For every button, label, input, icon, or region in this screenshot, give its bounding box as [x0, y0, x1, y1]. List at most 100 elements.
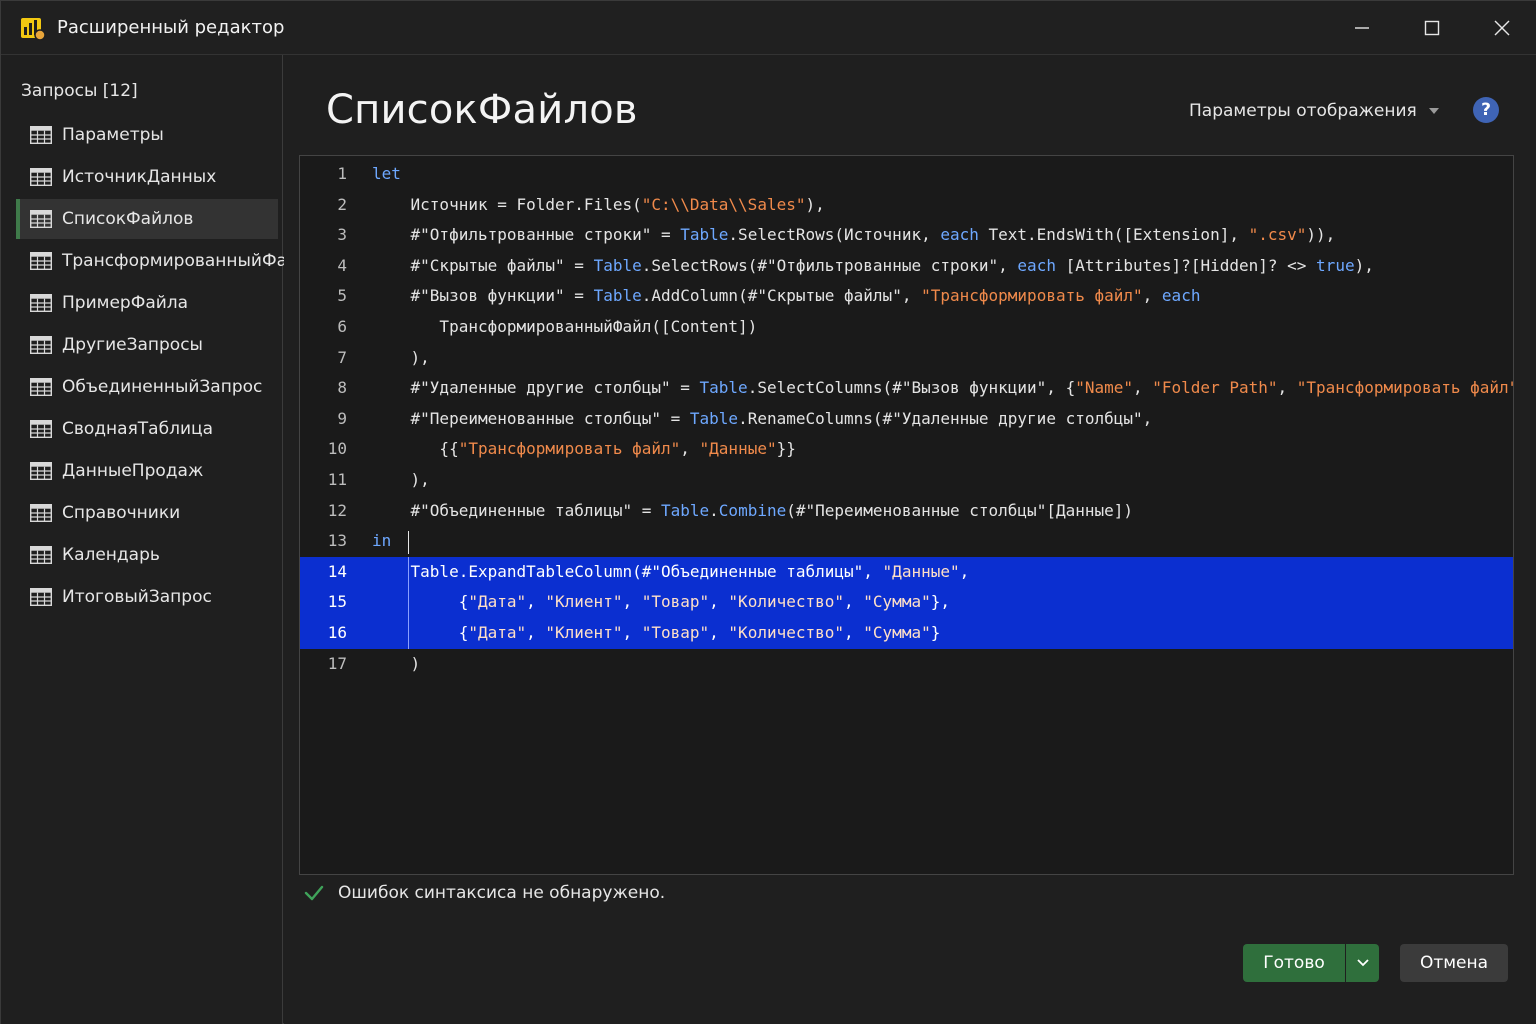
code-string: "Дата" — [468, 592, 527, 612]
code-keyword: Table — [660, 500, 710, 520]
code-string: "Folder Path" — [1152, 378, 1278, 398]
code-token: . — [709, 500, 719, 520]
code-keyword: each — [940, 225, 979, 245]
close-button[interactable] — [1467, 1, 1536, 55]
query-item-label: ТрансформированныйФайл — [62, 251, 309, 271]
query-item[interactable]: ТрансформированныйФайл — [16, 241, 309, 281]
code-line[interactable]: 15 {"Дата", "Клиент", "Товар", "Количест… — [300, 587, 1513, 618]
query-item[interactable]: СписокФайлов — [16, 199, 278, 239]
code-token: , — [1142, 286, 1162, 306]
code-token: , — [844, 592, 864, 612]
code-line[interactable]: 2 Источник = Folder.Files("C:\\Data\\Sal… — [300, 190, 1513, 221]
queries-header: Запросы [12] — [21, 81, 138, 101]
code-keyword: Table — [689, 408, 739, 428]
line-number: 17 — [327, 653, 347, 673]
query-item[interactable]: ИтоговыйЗапрос — [16, 577, 278, 617]
line-number: 16 — [327, 623, 347, 642]
query-item[interactable]: Параметры — [16, 115, 278, 155]
code-line[interactable]: 6 ТрансформированныйФайл([Content]) — [300, 312, 1513, 343]
code-token: .SelectColumns(#"Вызов функции", { — [747, 378, 1076, 398]
window-title: Расширенный редактор — [57, 17, 285, 38]
done-options-button[interactable] — [1346, 944, 1379, 982]
code-token: .SelectRows(Источник, — [728, 225, 941, 245]
table-icon — [30, 462, 52, 480]
code-text: #"Скрытые файлы" = Table.SelectRows(#"От… — [372, 251, 1374, 282]
syntax-status-text: Ошибок синтаксиса не обнаружено. — [338, 883, 666, 903]
code-text: {"Дата", "Клиент", "Товар", "Количество"… — [372, 587, 950, 618]
code-text: #"Переименованные столбцы" = Table.Renam… — [372, 404, 1153, 435]
code-line[interactable]: 10 {{"Трансформировать файл", "Данные"}} — [300, 434, 1513, 465]
line-number: 7 — [337, 347, 347, 367]
code-line[interactable]: 12 #"Объединенные таблицы" = Table.Combi… — [300, 496, 1513, 527]
main-panel: СписокФайлов Параметры отображения ? 1 le… — [284, 55, 1536, 1024]
query-item-label: Справочники — [62, 503, 181, 523]
code-keyword: each — [1017, 255, 1056, 275]
code-keyword: Table — [680, 225, 729, 245]
line-number: 11 — [327, 470, 347, 489]
code-line[interactable]: 4 #"Скрытые файлы" = Table.SelectRows(#"… — [300, 251, 1513, 282]
query-item[interactable]: ДанныеПродаж — [16, 451, 278, 491]
code-string: "Данные" — [699, 439, 777, 459]
table-icon — [30, 294, 52, 312]
table-icon — [30, 126, 52, 144]
code-token: { — [372, 592, 469, 612]
table-icon — [30, 168, 52, 186]
table-icon — [30, 210, 52, 228]
code-token: Text.EndsWith([Extension], — [978, 225, 1249, 245]
code-string: "Товар" — [641, 592, 710, 612]
code-line[interactable]: 3 #"Отфильтрованные строки" = Table.Sele… — [300, 220, 1513, 251]
code-line[interactable]: 5 #"Вызов функции" = Table.AddColumn(#"С… — [300, 281, 1513, 312]
code-keyword: Combine — [718, 500, 787, 520]
code-editor[interactable]: 1 let 2 Источник = Folder.Files("C:\\Data\… — [299, 155, 1514, 875]
code-keyword: Table — [593, 255, 642, 275]
code-token: , — [526, 623, 546, 642]
query-item[interactable]: СводнаяТаблица — [16, 409, 278, 449]
code-text: ) — [372, 649, 421, 680]
query-title: СписокФайлов — [326, 87, 638, 133]
title-bar: Расширенный редактор — [1, 1, 1536, 55]
query-item[interactable]: ДругиеЗапросы — [16, 325, 278, 365]
code-line[interactable]: 17 ) — [300, 649, 1513, 680]
code-token: ), — [805, 194, 825, 214]
code-text: ), — [372, 343, 430, 374]
code-keyword: in — [372, 531, 392, 551]
maximize-button[interactable] — [1397, 1, 1467, 55]
code-string: "Name" — [1075, 378, 1133, 398]
code-text: #"Вызов функции" = Table.AddColumn(#"Скр… — [372, 281, 1201, 312]
query-item[interactable]: ИсточникДанных — [16, 157, 278, 197]
code-line[interactable]: 1 let — [300, 159, 1513, 190]
code-line[interactable]: 9 #"Переименованные столбцы" = Table.Ren… — [300, 404, 1513, 435]
table-icon — [30, 420, 52, 438]
code-text: ТрансформированныйФайл([Content]) — [372, 312, 757, 343]
code-keyword: let — [372, 164, 401, 183]
query-item-label: ПримерФайла — [62, 293, 189, 313]
code-line[interactable]: 14 Table.ExpandTableColumn(#"Объединенны… — [300, 556, 1513, 588]
query-item[interactable]: ПримерФайла — [16, 283, 278, 323]
code-keyword: Table — [593, 286, 642, 306]
display-options-dropdown[interactable]: Параметры отображения — [1189, 101, 1439, 121]
code-line[interactable]: 8 #"Удаленные другие столбцы" = Table.Se… — [300, 373, 1513, 404]
query-item[interactable]: Календарь — [16, 535, 278, 575]
query-item-label: ДанныеПродаж — [62, 461, 204, 481]
code-string: ".csv" — [1248, 225, 1307, 245]
code-token: , — [709, 623, 729, 642]
query-item[interactable]: ОбъединенныйЗапрос — [16, 367, 278, 407]
minimize-button[interactable] — [1327, 1, 1397, 55]
code-line[interactable]: 7 ), — [300, 343, 1513, 374]
code-line[interactable]: 13 in — [300, 526, 1513, 557]
query-item-label: ДругиеЗапросы — [62, 335, 203, 355]
code-line[interactable]: 11 ), — [300, 465, 1513, 496]
code-string: "Трансформировать файл" — [1296, 378, 1514, 398]
cancel-button[interactable]: Отмена — [1400, 944, 1508, 982]
help-button[interactable]: ? — [1473, 97, 1499, 123]
code-string: "Количество" — [728, 623, 845, 642]
code-token: #"Переименованные столбцы" = — [372, 408, 690, 428]
query-item[interactable]: Справочники — [16, 493, 278, 533]
code-token: )), — [1306, 225, 1336, 245]
code-line[interactable]: 16 {"Дата", "Клиент", "Товар", "Количест… — [300, 618, 1513, 649]
code-text: #"Удаленные другие столбцы" = Table.Sele… — [372, 373, 1514, 404]
syntax-status: Ошибок синтаксиса не обнаружено. — [304, 883, 665, 903]
code-text: let — [372, 159, 401, 190]
done-button[interactable]: Готово — [1243, 944, 1345, 982]
code-token: #"Вызов функции" = — [372, 286, 594, 306]
